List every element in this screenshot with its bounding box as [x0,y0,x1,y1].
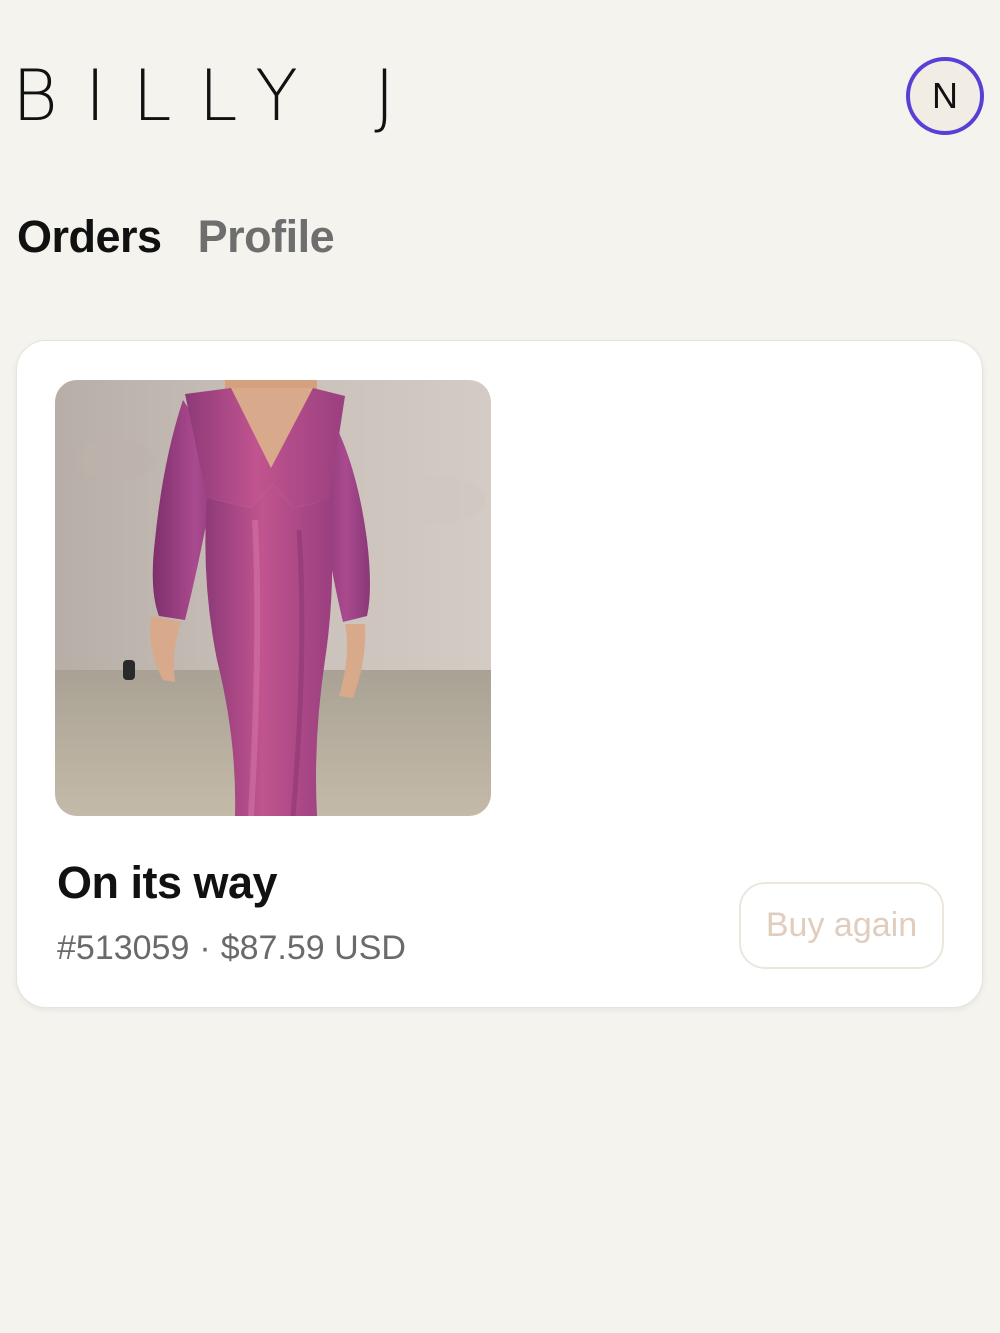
order-summary: #513059 · $87.59 USD [57,926,406,970]
avatar-initial: N [932,75,958,116]
account-tabs: Orders Profile [17,208,335,266]
buy-again-button[interactable]: Buy again [739,882,944,969]
order-total: $87.59 USD [220,929,406,967]
separator-dot: · [199,929,211,967]
order-card[interactable]: On its way #513059 · $87.59 USD Buy again [16,340,983,1008]
dress-photo-icon [55,380,491,816]
account-avatar[interactable]: N [906,57,984,135]
order-status: On its way [57,857,278,908]
tab-orders[interactable]: Orders [17,208,162,266]
product-image[interactable] [55,380,491,816]
brand-logo[interactable]: BILLY J [12,58,422,134]
tab-profile[interactable]: Profile [198,208,335,266]
order-number: #513059 [57,929,190,967]
